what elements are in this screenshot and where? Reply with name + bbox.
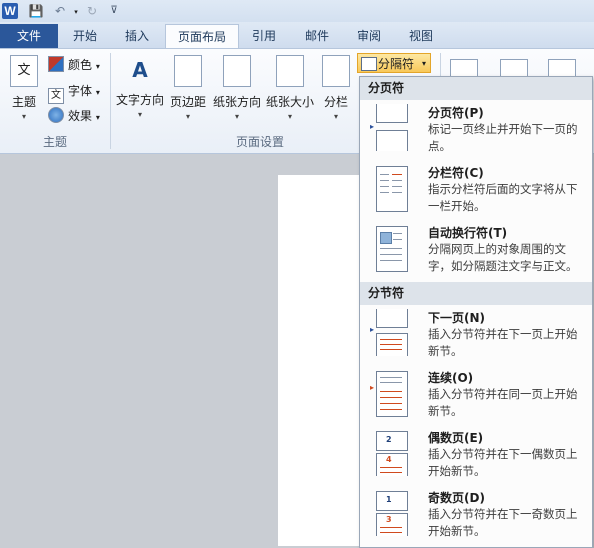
tab-review[interactable]: 审阅 — [345, 24, 393, 48]
margins-button[interactable]: 页边距 ▾ — [168, 53, 208, 121]
menu-item-title: 分栏符(C) — [428, 166, 484, 180]
tab-file[interactable]: 文件 — [0, 24, 58, 48]
colors-icon — [48, 56, 64, 72]
tab-page-layout[interactable]: 页面布局 — [165, 24, 239, 50]
odd-page-section-icon: 1 3 — [370, 489, 408, 536]
menu-item-column-break[interactable]: 分栏符(C) 指示分栏符后面的文字将从下一栏开始。 — [360, 162, 592, 218]
colors-button[interactable]: 颜色 ▾ — [48, 55, 100, 75]
breaks-button[interactable]: 分隔符 ▾ — [357, 53, 431, 73]
column-break-icon — [370, 164, 408, 212]
undo-dropdown-icon[interactable]: ▾ — [68, 4, 84, 20]
customize-toolbar-icon[interactable]: ⊽ — [106, 3, 122, 19]
breaks-icon — [361, 57, 377, 71]
continuous-section-icon: ▸ — [370, 369, 408, 417]
colors-label: 颜色 — [68, 58, 93, 72]
columns-button[interactable]: 分栏 ▾ — [320, 53, 352, 121]
menu-item-text-wrapping-break[interactable]: 自动换行符(T) 分隔网页上的对象周围的文字，如分隔题注文字与正文。 — [360, 222, 592, 278]
text-direction-label: 文字方向 — [115, 93, 164, 107]
chevron-down-icon: ▾ — [421, 59, 426, 68]
fonts-icon: 文 — [48, 88, 64, 104]
menu-item-title: 分页符(P) — [428, 106, 484, 120]
chevron-down-icon: ▾ — [95, 88, 100, 97]
size-button[interactable]: 纸张大小 ▾ — [265, 53, 315, 121]
tab-references[interactable]: 引用 — [240, 24, 288, 48]
menu-item-title: 下一页(N) — [428, 311, 486, 325]
tab-mailings[interactable]: 邮件 — [292, 24, 342, 48]
menu-item-page-break[interactable]: ▸ 分页符(P) 标记一页终止并开始下一页的点。 — [360, 102, 592, 158]
orientation-label: 纸张方向 — [212, 95, 261, 109]
chevron-down-icon: ▾ — [333, 112, 338, 121]
chevron-down-icon: ▾ — [95, 62, 100, 71]
theme-icon: 文 — [10, 55, 38, 87]
theme-button[interactable]: 文 主题 ▾ — [6, 53, 42, 121]
menu-item-desc: 插入分节符并在下一页上开始新节。 — [428, 327, 578, 358]
menu-item-desc: 插入分节符并在下一奇数页上开始新节。 — [428, 507, 578, 538]
fonts-label: 字体 — [68, 84, 93, 98]
chevron-down-icon: ▾ — [234, 112, 239, 121]
tab-home[interactable]: 开始 — [60, 24, 110, 48]
chevron-down-icon: ▾ — [21, 112, 26, 121]
effects-label: 效果 — [68, 109, 93, 123]
effects-icon — [48, 107, 64, 123]
menu-item-desc: 分隔网页上的对象周围的文字，如分隔题注文字与正文。 — [428, 242, 578, 273]
menu-item-continuous[interactable]: ▸ 连续(O) 插入分节符并在同一页上开始新节。 — [360, 367, 592, 423]
columns-icon — [322, 55, 350, 87]
menu-item-title: 自动换行符(T) — [428, 226, 508, 240]
orientation-button[interactable]: 纸张方向 ▾ — [211, 53, 263, 121]
next-page-section-icon: ▸ — [370, 309, 408, 356]
margins-label: 页边距 — [169, 95, 206, 109]
text-direction-button[interactable]: A 文字方向 ▾ — [114, 53, 166, 119]
menu-item-title: 奇数页(D) — [428, 491, 485, 505]
chevron-down-icon: ▾ — [185, 112, 190, 121]
quick-access-toolbar: W 💾 ↶ ▾ ↻ ⊽ — [0, 0, 594, 23]
page-breaks-header: 分页符 — [360, 77, 592, 100]
redo-icon[interactable]: ↻ — [84, 3, 100, 19]
theme-label: 主题 — [11, 95, 36, 109]
menu-item-desc: 标记一页终止并开始下一页的点。 — [428, 122, 578, 153]
breaks-menu: 分页符 ▸ 分页符(P) 标记一页终止并开始下一页的点。 分栏符(C) 指示分栏… — [359, 76, 593, 548]
menu-item-desc: 插入分节符并在下一偶数页上开始新节。 — [428, 447, 578, 478]
fonts-button[interactable]: 文字体 ▾ — [48, 81, 100, 104]
margins-icon — [174, 55, 202, 87]
group-divider — [110, 53, 111, 149]
chevron-down-icon: ▾ — [287, 112, 292, 121]
text-direction-icon: A — [132, 58, 148, 82]
orientation-icon — [223, 55, 251, 87]
chevron-down-icon: ▾ — [137, 110, 142, 119]
section-breaks-header: 分节符 — [360, 282, 592, 305]
page-break-icon: ▸ — [370, 104, 408, 151]
size-label: 纸张大小 — [265, 95, 314, 109]
menu-item-odd-page[interactable]: 1 3 奇数页(D) 插入分节符并在下一奇数页上开始新节。 — [360, 487, 592, 543]
paper-size-icon — [276, 55, 304, 87]
columns-label: 分栏 — [323, 95, 348, 109]
ribbon-tabs: 文件 开始 插入 页面布局 引用 邮件 审阅 视图 — [0, 22, 594, 50]
even-page-section-icon: 2 4 — [370, 429, 408, 476]
group-label-theme: 主题 — [42, 135, 67, 149]
tab-view[interactable]: 视图 — [396, 24, 446, 48]
text-wrapping-break-icon — [370, 224, 408, 272]
menu-item-even-page[interactable]: 2 4 偶数页(E) 插入分节符并在下一偶数页上开始新节。 — [360, 427, 592, 483]
breaks-label: 分隔符 — [378, 57, 415, 71]
menu-item-desc: 插入分节符并在同一页上开始新节。 — [428, 387, 578, 418]
menu-item-next-page[interactable]: ▸ 下一页(N) 插入分节符并在下一页上开始新节。 — [360, 307, 592, 363]
tab-insert[interactable]: 插入 — [112, 24, 162, 48]
word-logo-icon: W — [2, 3, 18, 19]
undo-icon[interactable]: ↶ — [52, 3, 68, 19]
save-icon[interactable]: 💾 — [28, 3, 44, 19]
menu-item-title: 偶数页(E) — [428, 431, 484, 445]
menu-item-title: 连续(O) — [428, 371, 474, 385]
effects-button[interactable]: 效果 ▾ — [48, 106, 100, 126]
chevron-down-icon: ▾ — [95, 113, 100, 122]
menu-item-desc: 指示分栏符后面的文字将从下一栏开始。 — [428, 182, 578, 213]
